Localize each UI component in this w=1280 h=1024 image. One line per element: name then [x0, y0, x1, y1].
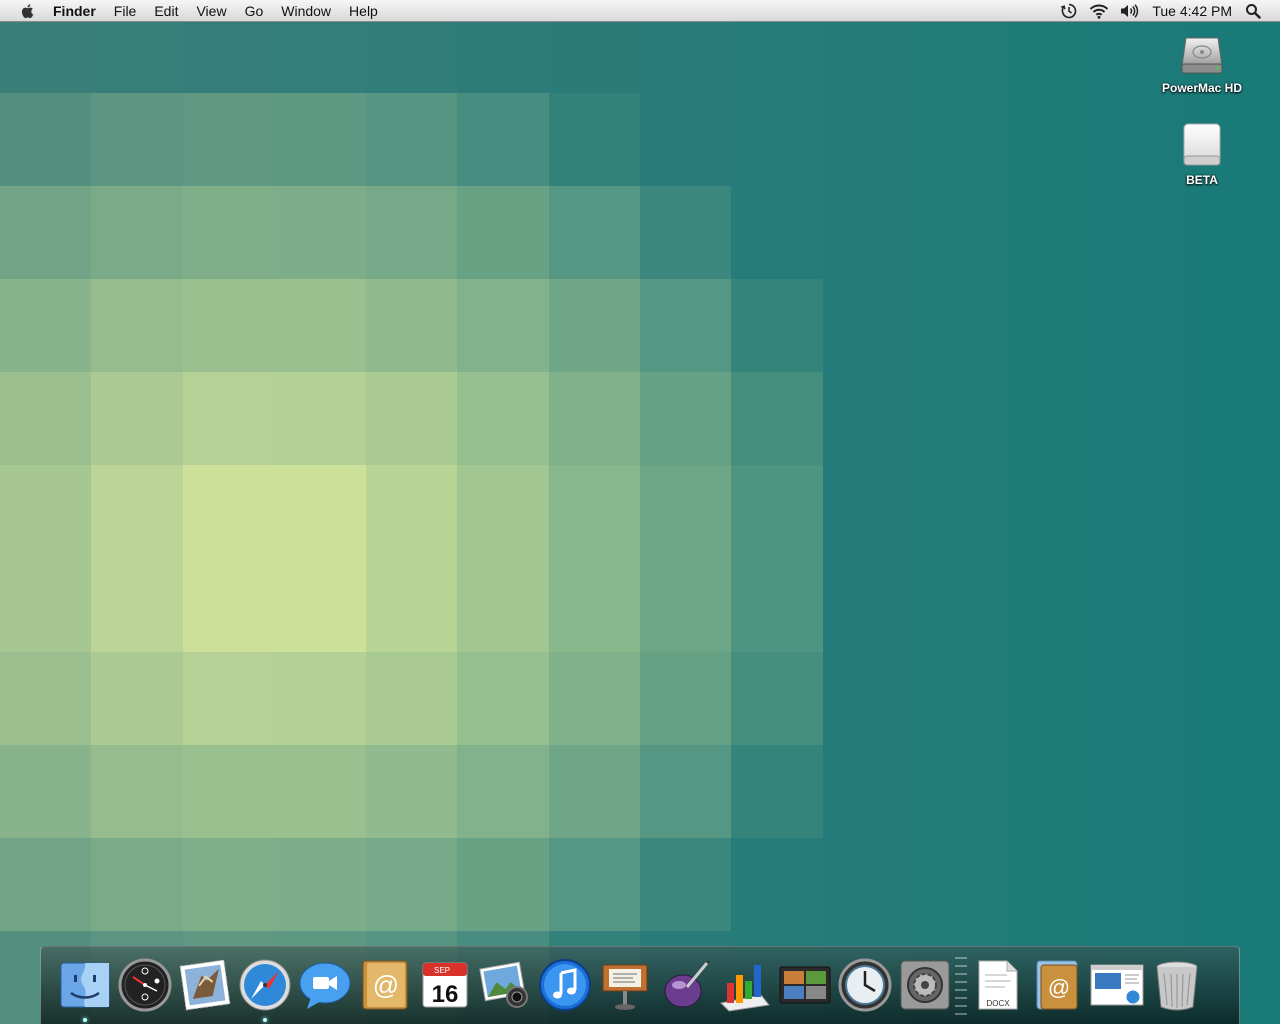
- dock-calendar[interactable]: SEP 16: [415, 947, 475, 1024]
- volume-icon[interactable]: [1119, 2, 1139, 20]
- menu-edit[interactable]: Edit: [145, 0, 187, 22]
- dock-dashboard[interactable]: [115, 947, 175, 1024]
- pages-pen-icon: [657, 957, 713, 1013]
- photo-browser-icon: [777, 957, 833, 1013]
- running-indicator: [263, 1018, 267, 1022]
- numbers-icon: [717, 957, 773, 1013]
- dock-address-book[interactable]: @: [355, 947, 415, 1024]
- calendar-icon: SEP 16: [417, 957, 473, 1013]
- mail-stamp-icon: [177, 957, 233, 1013]
- desktop-icon-label: BETA: [1186, 173, 1218, 187]
- time-machine-icon[interactable]: [1059, 2, 1079, 20]
- applications-folder-icon: @: [1029, 957, 1085, 1013]
- dock-stack-documents[interactable]: DOCX: [967, 947, 1027, 1024]
- spotlight-search-icon[interactable]: [1244, 2, 1262, 20]
- desktop-icon-powermac-hd[interactable]: PowerMac HD: [1147, 30, 1257, 95]
- ichat-icon: [297, 957, 353, 1013]
- system-preferences-icon: [897, 957, 953, 1013]
- hard-drive-icon: [1178, 30, 1226, 78]
- dock-system-preferences[interactable]: [895, 947, 955, 1024]
- menu-app-finder[interactable]: Finder: [53, 0, 105, 22]
- trash-icon: [1149, 957, 1205, 1013]
- dock-iphoto[interactable]: [475, 947, 535, 1024]
- finder-icon: [57, 957, 113, 1013]
- menu-view[interactable]: View: [187, 0, 235, 22]
- dock-finder[interactable]: [55, 947, 115, 1024]
- svg-text:@: @: [1048, 975, 1070, 1000]
- keynote-icon: [597, 957, 653, 1013]
- desktop-icon-beta[interactable]: BETA: [1147, 122, 1257, 187]
- desktop-wallpaper: [0, 0, 1280, 1024]
- menu-window[interactable]: Window: [272, 0, 340, 22]
- running-indicator: [83, 1018, 87, 1022]
- dock-ichat[interactable]: [295, 947, 355, 1024]
- menu-go[interactable]: Go: [236, 0, 273, 22]
- itunes-icon: [537, 957, 593, 1013]
- dock-pages[interactable]: [655, 947, 715, 1024]
- menu-file[interactable]: File: [105, 0, 146, 22]
- web-preview-icon: [1089, 957, 1145, 1013]
- dashboard-icon: [117, 957, 173, 1013]
- dock-stack-web[interactable]: [1087, 947, 1147, 1024]
- desktop-icon-label: PowerMac HD: [1161, 81, 1243, 95]
- dock-photo-browser[interactable]: [775, 947, 835, 1024]
- dock-safari[interactable]: [235, 947, 295, 1024]
- menubar-clock[interactable]: Tue 4:42 PM: [1144, 3, 1244, 19]
- docx-label: DOCX: [986, 999, 1010, 1008]
- docx-document-icon: DOCX: [969, 957, 1025, 1013]
- dock-time-machine[interactable]: [835, 947, 895, 1024]
- menu-bar: Finder File Edit View Go Window Help Tue…: [0, 0, 1280, 22]
- dock-stack-applications[interactable]: @: [1027, 947, 1087, 1024]
- dock: @ SEP 16 DOCX @: [40, 946, 1240, 1024]
- dock-mail[interactable]: [175, 947, 235, 1024]
- iphoto-icon: [477, 957, 533, 1013]
- calendar-month: SEP: [434, 966, 450, 975]
- dock-numbers[interactable]: [715, 947, 775, 1024]
- svg-text:@: @: [373, 970, 399, 1000]
- dock-separator[interactable]: [955, 947, 967, 1024]
- dock-trash[interactable]: [1147, 947, 1207, 1024]
- menu-help[interactable]: Help: [340, 0, 387, 22]
- address-book-icon: @: [357, 957, 413, 1013]
- dock-keynote[interactable]: [595, 947, 655, 1024]
- wifi-icon[interactable]: [1089, 2, 1109, 20]
- external-drive-icon: [1178, 122, 1226, 170]
- apple-menu-icon[interactable]: [19, 2, 37, 20]
- dock-itunes[interactable]: [535, 947, 595, 1024]
- safari-icon: [237, 957, 293, 1013]
- time-machine-icon: [837, 957, 893, 1013]
- calendar-day: 16: [432, 981, 459, 1008]
